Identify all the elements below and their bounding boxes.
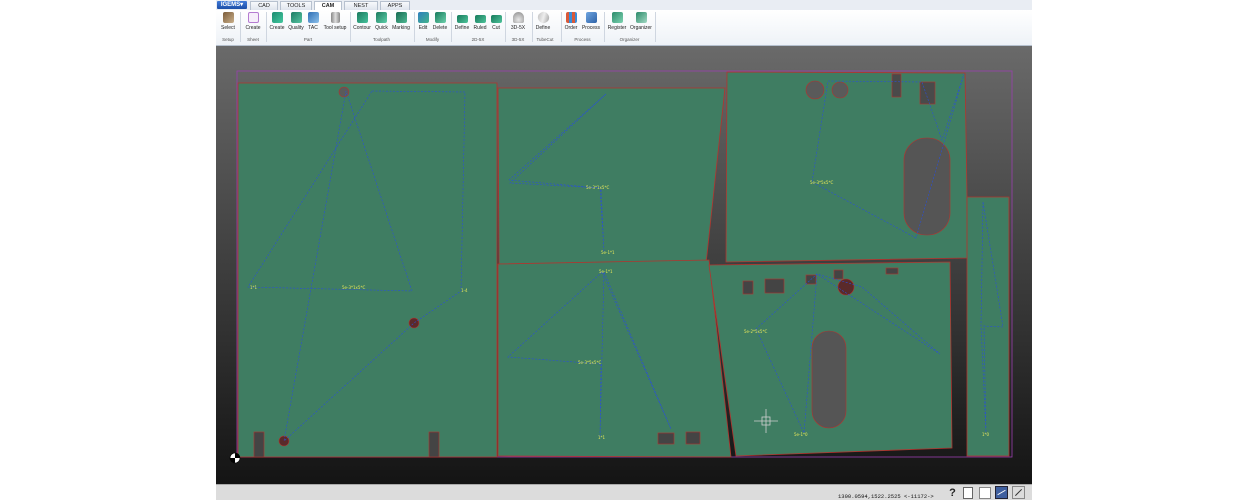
part-label: 1-4 [461,288,468,293]
ribbon-separator [451,12,452,42]
document-icon [962,486,973,499]
group-label-tubecut: TubeCut [536,37,554,42]
tac-icon [307,12,319,23]
group-label-organizer: Organizer [619,37,640,42]
part-label: 1*1 [598,435,606,440]
part-label: 5e-1*1 [601,250,615,255]
tab-apps[interactable]: APPS [380,1,410,10]
create-sheet-button[interactable]: Create [243,12,263,36]
group-label-process: Process [574,37,591,42]
cut-button[interactable]: Cut [489,12,503,36]
nested-part[interactable]: 5e-3*5x5*C [725,71,969,263]
contour-button[interactable]: Contour [352,12,372,36]
part-label: 5e-3*5x5*C [578,360,601,365]
coordinate-readout: 1300.0594,1522.2525 <-11172-> [838,493,934,500]
tab-cad[interactable]: CAD [250,1,278,10]
ruled-button[interactable]: Ruled [472,12,488,36]
quick-icon [376,12,387,23]
status-bar: 1300.0594,1522.2525 <-11172-> ? [216,484,1032,500]
3d5x-button[interactable]: 3D-5X [507,12,529,36]
edit-icon [417,12,429,23]
define-2d5x-button[interactable]: Define [453,12,471,36]
tool-setup-icon [330,12,340,23]
tab-nest[interactable]: NEST [344,1,378,10]
nested-part[interactable]: 5e-3*1x5*C 1*1 1-4 [237,82,498,458]
group-label-setup: Setup [222,37,234,42]
cut-icon [490,15,502,23]
app-menu-button[interactable]: IGEMS▾ [217,1,247,9]
ribbon-panel: Select Setup Create Sheet Create Quality… [216,9,1032,46]
select-icon [222,12,234,23]
part-label: 5e-3*1x5*C [586,185,609,190]
register-button[interactable]: Register [606,12,628,36]
group-label-3d5x: 3D-5X [511,37,525,42]
cad-viewport[interactable]: 5e-3*1x5*C 1*1 1-4 5e-3*1x5*C 5e-1*1 5e-… [216,46,1032,484]
3d5x-icon [512,12,524,23]
ribbon-separator [240,12,241,42]
nested-part[interactable]: 5e-3*5x5*C 5e-1*1 1*1 [497,259,732,458]
create-part-button[interactable]: Create [268,12,286,36]
tac-button[interactable]: TAC [306,12,320,36]
part-label: 5e-3*1x5*C [342,285,365,290]
select-button[interactable]: Select [219,12,237,36]
ribbon-separator [414,12,415,42]
sheet-icon [247,12,259,23]
quick-button[interactable]: Quick [373,12,390,36]
tool-setup-button[interactable]: Tool setup [322,12,348,36]
order-button[interactable]: Order [563,12,579,36]
nested-part[interactable]: 5e-2*5x5*C 5e-1*0 [708,261,953,457]
organizer-icon [635,12,647,23]
process-icon [585,12,597,23]
part-label: 5e-1*1 [599,269,613,274]
part-label: 5e-1*0 [794,432,808,437]
create-part-icon [271,12,283,23]
nesting-drawing: 5e-3*1x5*C 1*1 1-4 5e-3*1x5*C 5e-1*1 5e-… [229,70,1013,464]
ortho-toggle-button[interactable] [1012,486,1025,499]
ribbon-separator [350,12,351,42]
quality-button[interactable]: Quality [287,12,305,36]
origin-icon [229,452,241,464]
part-label: 1*0 [982,432,990,437]
marking-icon [395,12,407,23]
ribbon-separator [655,12,656,42]
ribbon-separator [561,12,562,42]
delete-button[interactable]: Delete [431,12,449,36]
define-tubecut-button[interactable]: Define [534,9,552,36]
document-button[interactable] [961,486,974,499]
part-label: 5e-2*5x5*C [744,329,767,334]
edit-button[interactable]: Edit [416,12,430,36]
delete-icon [434,12,446,23]
group-label-sheet: Sheet [247,37,259,42]
part-label: 5e-3*5x5*C [810,180,833,185]
group-label-toolpath: Toolpath [372,37,390,42]
ribbon-separator [604,12,605,42]
nested-part[interactable]: 1*0 [966,196,1010,457]
group-label-2d5x: 2D-5X [471,37,485,42]
process-button[interactable]: Process [580,12,602,36]
marking-button[interactable]: Marking [391,12,411,36]
ruled-icon [474,15,486,23]
order-icon [565,12,577,23]
group-label-modify: Modify [425,37,440,42]
group-label-part: Part [303,37,313,42]
contour-icon [356,12,368,23]
help-button[interactable]: ? [946,486,959,499]
tab-tools[interactable]: TOOLS [280,1,312,10]
ribbon-separator [505,12,506,42]
quality-icon [290,12,302,23]
ortho-icon [1014,488,1023,497]
snap-icon [997,489,1006,496]
nested-part[interactable]: 5e-3*1x5*C 5e-1*1 [497,87,726,265]
part-label: 1*1 [250,285,258,290]
white-box-button[interactable] [978,486,991,499]
snap-toggle-button[interactable] [995,486,1008,499]
igems-window: IGEMS▾ CAD TOOLS CAM NEST APPS Select Se… [216,0,1032,500]
organizer-button[interactable]: Organizer [629,12,653,36]
ribbon-separator [266,12,267,42]
register-icon [611,12,623,23]
define-icon [456,15,468,23]
tube-icon [535,9,551,26]
blank-icon [978,486,991,499]
